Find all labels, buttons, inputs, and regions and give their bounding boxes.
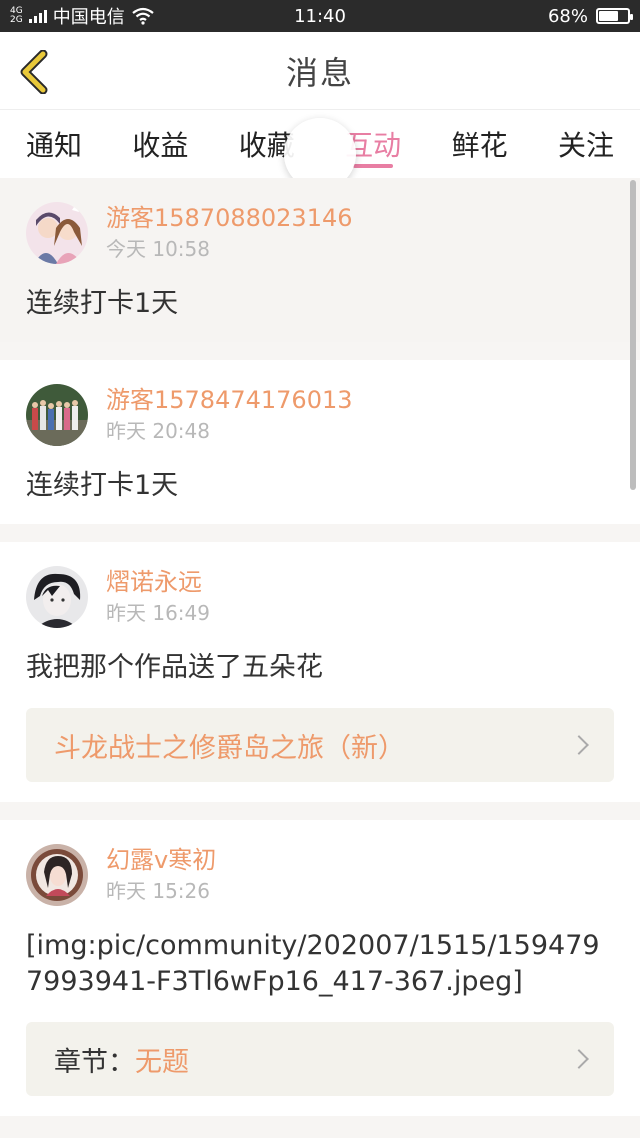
tab-notify[interactable]: 通知 <box>26 110 82 178</box>
avatar[interactable] <box>26 202 88 264</box>
user-name[interactable]: 熠诺永远 <box>106 566 210 598</box>
carrier-name: 中国电信 <box>52 7 125 28</box>
message-card[interactable]: 游客1578474176013 昨天 20:48 连续打卡1天 <box>0 360 640 524</box>
avatar[interactable] <box>26 384 88 446</box>
message-card[interactable]: 幻露v寒初 昨天 15:26 [img:pic/community/202007… <box>0 820 640 1116</box>
tab-earnings[interactable]: 收益 <box>132 110 188 178</box>
user-name[interactable]: 游客1587088023146 <box>106 202 353 234</box>
chapter-link[interactable]: 章节：无题 <box>26 1022 614 1096</box>
message-header: 游客1587088023146 今天 10:58 <box>26 202 614 264</box>
page-title: 消息 <box>285 53 354 92</box>
tab-follow[interactable]: 关注 <box>558 110 614 178</box>
battery-fill <box>599 11 619 21</box>
chevron-right-icon <box>569 735 589 755</box>
message-meta: 熠诺永远 昨天 16:49 <box>106 566 210 628</box>
chevron-right-icon <box>569 1049 589 1069</box>
message-time: 昨天 15:26 <box>106 879 210 903</box>
scrollbar[interactable] <box>630 180 636 490</box>
chapter-label: 章节： <box>54 1046 135 1078</box>
message-time: 今天 10:58 <box>106 237 210 261</box>
message-text: 连续打卡1天 <box>26 288 179 319</box>
message-header: 游客1578474176013 昨天 20:48 <box>26 384 614 446</box>
chapter-info: 章节：无题 <box>54 1040 189 1079</box>
message-meta: 游客1587088023146 今天 10:58 <box>106 202 353 264</box>
message-list[interactable]: 游客1587088023146 今天 10:58 连续打卡1天 游客157847… <box>0 178 640 1138</box>
avatar[interactable] <box>26 566 88 628</box>
user-name[interactable]: 游客1578474176013 <box>106 384 353 416</box>
tab-interaction[interactable]: 互动 <box>345 110 401 178</box>
wifi-icon <box>132 7 154 25</box>
message-text: [img:pic/community/202007/1515/159479799… <box>26 930 600 997</box>
status-right: 68% <box>547 5 633 27</box>
avatar[interactable] <box>26 844 88 906</box>
header: 消息 <box>0 32 640 110</box>
network-type: 4G 2G <box>10 7 23 25</box>
status-bar: 4G 2G 中国电信 11:40 68% <box>0 0 640 32</box>
message-meta: 幻露v寒初 昨天 15:26 <box>106 844 216 906</box>
tab-favorites[interactable]: 收藏 <box>239 110 295 178</box>
user-name[interactable]: 幻露v寒初 <box>106 844 216 876</box>
work-title: 斗龙战士之修爵岛之旅（新） <box>54 732 405 764</box>
network-bottom-label: 2G <box>10 15 23 25</box>
status-left: 4G 2G 中国电信 <box>10 3 155 29</box>
message-header: 熠诺永远 昨天 16:49 <box>26 566 614 628</box>
work-link[interactable]: 斗龙战士之修爵岛之旅（新） <box>26 708 614 782</box>
chapter-title: 无题 <box>135 1046 189 1078</box>
back-button[interactable] <box>14 50 54 94</box>
battery-percent: 68% <box>547 5 588 27</box>
message-header: 幻露v寒初 昨天 15:26 <box>26 844 614 906</box>
message-card[interactable]: 游客1587088023146 今天 10:58 连续打卡1天 <box>0 178 640 342</box>
tab-flowers[interactable]: 鲜花 <box>452 110 508 178</box>
message-text: 连续打卡1天 <box>26 470 179 501</box>
signal-icon <box>28 9 47 23</box>
battery-icon <box>596 8 633 24</box>
message-text: 我把那个作品送了五朵花 <box>26 652 323 683</box>
message-time: 昨天 20:48 <box>106 419 210 443</box>
message-card[interactable]: 熠诺永远 昨天 16:49 我把那个作品送了五朵花 斗龙战士之修爵岛之旅（新） <box>0 542 640 802</box>
message-meta: 游客1578474176013 昨天 20:48 <box>106 384 353 446</box>
chevron-left-icon <box>20 50 48 94</box>
tab-bar: 通知 收益 收藏 互动 鲜花 关注 <box>0 110 640 178</box>
message-time: 昨天 16:49 <box>106 601 210 625</box>
